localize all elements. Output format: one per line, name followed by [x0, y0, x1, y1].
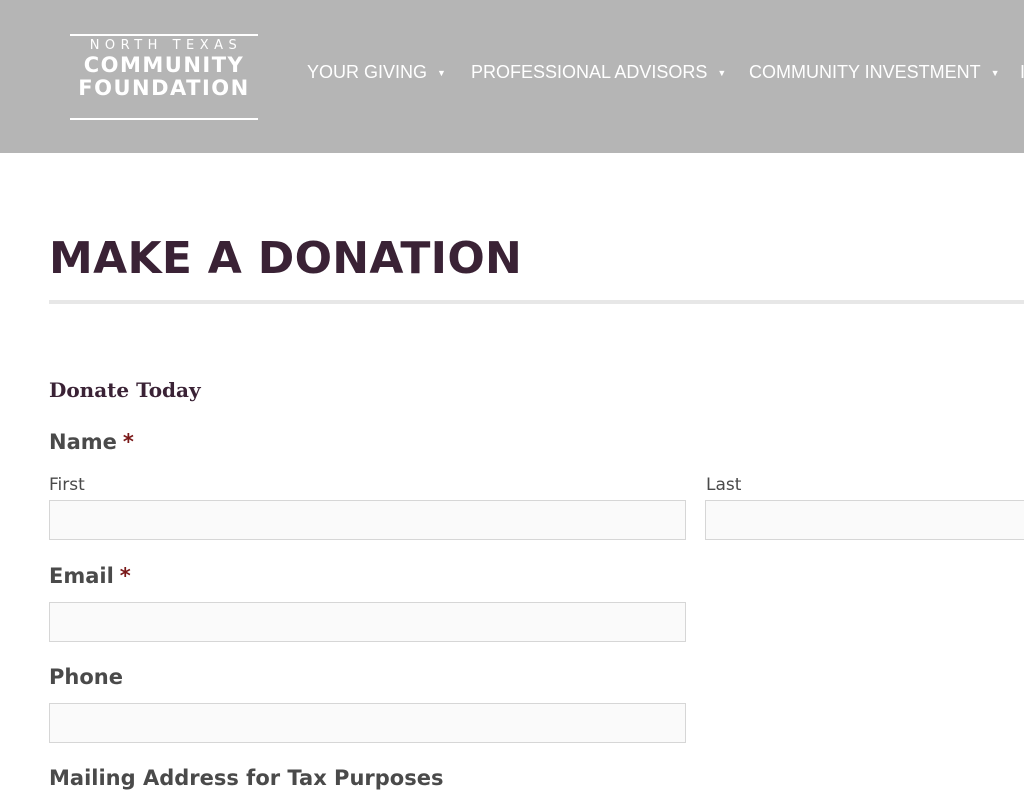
email-label: Email *: [49, 564, 131, 588]
last-name-label: Last: [706, 475, 742, 495]
caret-down-icon: ▼: [717, 68, 727, 78]
nav-item-truncated[interactable]: I: [1020, 62, 1024, 82]
phone-input[interactable]: [49, 703, 686, 743]
required-asterisk: *: [119, 564, 131, 588]
email-input[interactable]: [49, 602, 686, 642]
email-label-text: Email: [49, 564, 114, 588]
logo-line-bottom: FOUNDATION: [78, 76, 250, 100]
title-divider: [49, 300, 1024, 304]
nav-item-professional-advisors[interactable]: PROFESSIONAL ADVISORS ▼: [471, 62, 726, 85]
form-heading: Donate Today: [49, 378, 201, 402]
phone-label: Phone: [49, 665, 123, 689]
name-label-text: Name: [49, 430, 117, 454]
caret-down-icon: ▼: [437, 68, 446, 78]
nav-item-label: PROFESSIONAL ADVISORS: [471, 62, 708, 82]
site-logo[interactable]: NORTH TEXAS COMMUNITY FOUNDATION: [70, 34, 258, 120]
caret-down-icon: ▼: [990, 68, 1000, 78]
logo-line-middle: COMMUNITY: [83, 53, 245, 77]
required-asterisk: *: [122, 430, 134, 454]
logo-line-top: NORTH TEXAS: [89, 38, 243, 53]
nav-item-label: YOUR GIVING: [307, 62, 428, 82]
nav-item-your-giving[interactable]: YOUR GIVING ▼: [307, 62, 446, 85]
first-name-input[interactable]: [49, 500, 686, 540]
name-label: Name *: [49, 430, 134, 454]
last-name-input[interactable]: [705, 500, 1024, 540]
nav-item-label: I: [1020, 62, 1024, 82]
mailing-address-label: Mailing Address for Tax Purposes: [49, 766, 444, 790]
nav-item-community-investment[interactable]: COMMUNITY INVESTMENT ▼: [749, 62, 1000, 85]
site-header: NORTH TEXAS COMMUNITY FOUNDATION YOUR GI…: [0, 0, 1024, 153]
nav-item-label: COMMUNITY INVESTMENT: [749, 62, 981, 82]
first-name-label: First: [49, 475, 85, 495]
page-title: MAKE A DONATION: [49, 233, 523, 284]
